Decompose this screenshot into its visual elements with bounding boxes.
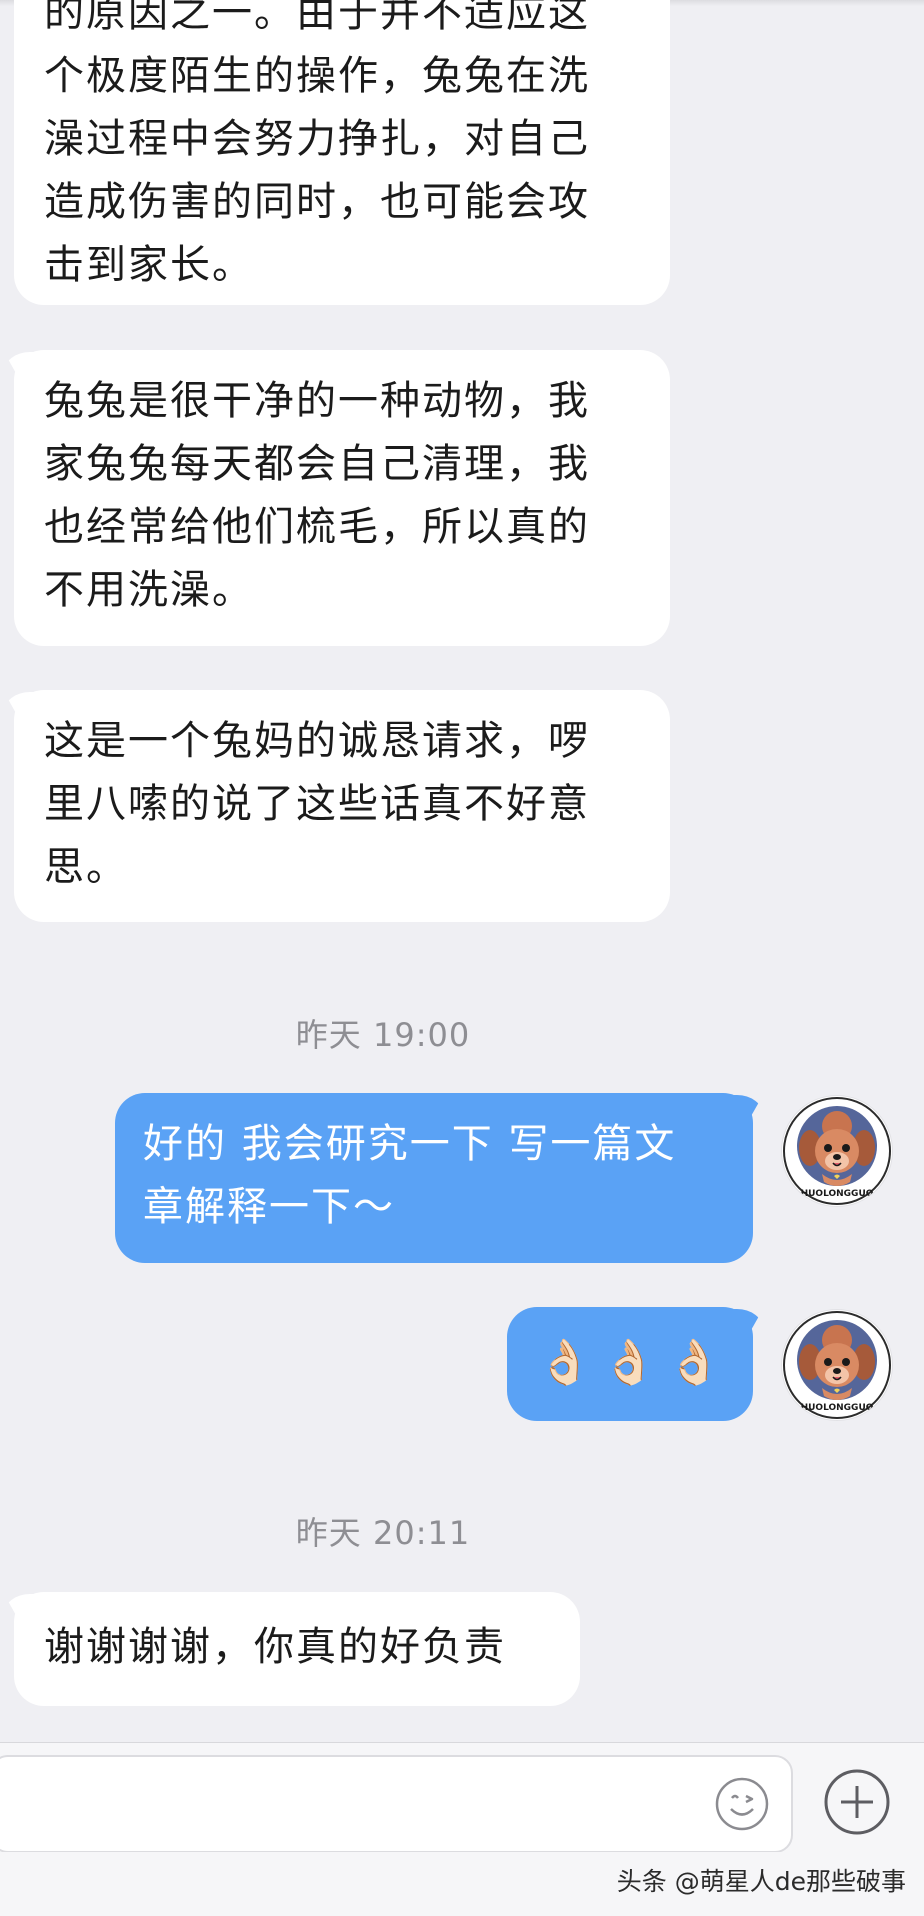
message-line: 击到家长。 — [44, 242, 254, 288]
avatar-caption: HUOLONGGUO — [801, 1189, 874, 1199]
dog-avatar-icon: HUOLONGGUO — [783, 1311, 891, 1419]
message-line: 思。 — [44, 844, 128, 890]
message-line: 里八嗦的说了这些话真不好意 — [44, 781, 590, 827]
message-line: 好的 我会研究一下 写一篇文 — [143, 1121, 677, 1167]
message-line: 澡过程中会努力挣扎，对自己 — [44, 116, 590, 162]
message-line: 个极度陌生的操作，兔兔在洗 — [44, 53, 590, 99]
ok-hand-emoji-text: 👌🏻👌🏻👌🏻 — [537, 1337, 732, 1388]
message-line: 这是一个兔妈的诚恳请求，啰 — [44, 718, 590, 764]
input-bar — [0, 1742, 924, 1853]
incoming-message[interactable]: 的原因之一。由于并不适应这 个极度陌生的操作，兔兔在洗 澡过程中会努力挣扎，对自… — [14, 0, 670, 305]
message-line: 不用洗澡。 — [44, 567, 254, 613]
timestamp: 昨天 20:11 — [295, 1514, 471, 1552]
message-line: 谢谢谢谢，你真的好负责 — [44, 1624, 506, 1670]
incoming-message[interactable]: 这是一个兔妈的诚恳请求，啰 里八嗦的说了这些话真不好意 思。 — [14, 690, 670, 922]
smiley-face-icon — [715, 1777, 769, 1831]
message-line: 的原因之一。由于并不适应这 — [44, 0, 590, 36]
message-line: 家兔兔每天都会自己清理，我 — [44, 441, 590, 487]
message-input[interactable] — [0, 1755, 793, 1853]
incoming-message[interactable]: 兔兔是很干净的一种动物，我 家兔兔每天都会自己清理，我 也经常给他们梳毛，所以真… — [14, 350, 670, 646]
dog-avatar-icon: HUOLONGGUO — [783, 1097, 891, 1205]
message-line: 造成伤害的同时，也可能会攻 — [44, 179, 590, 225]
add-button[interactable] — [823, 1768, 891, 1836]
message-line: 兔兔是很干净的一种动物，我 — [44, 378, 590, 424]
incoming-message[interactable]: 谢谢谢谢，你真的好负责 — [14, 1592, 580, 1706]
avatar[interactable]: HUOLONGGUO — [782, 1310, 892, 1420]
plus-circle-icon — [824, 1769, 890, 1835]
avatar[interactable]: HUOLONGGUO — [782, 1096, 892, 1206]
message-line: 也经常给他们梳毛，所以真的 — [44, 504, 590, 550]
outgoing-message[interactable]: 👌🏻👌🏻👌🏻 — [507, 1307, 753, 1421]
message-line: 章解释一下～ — [143, 1184, 395, 1230]
watermark: 头条 @萌星人de那些破事 — [616, 1867, 906, 1896]
outgoing-message[interactable]: 好的 我会研究一下 写一篇文 章解释一下～ — [115, 1093, 753, 1263]
chat-area[interactable]: 的原因之一。由于并不适应这 个极度陌生的操作，兔兔在洗 澡过程中会努力挣扎，对自… — [0, 0, 924, 1742]
avatar-caption: HUOLONGGUO — [801, 1403, 874, 1413]
emoji-button[interactable] — [714, 1776, 770, 1832]
timestamp: 昨天 19:00 — [295, 1016, 471, 1054]
